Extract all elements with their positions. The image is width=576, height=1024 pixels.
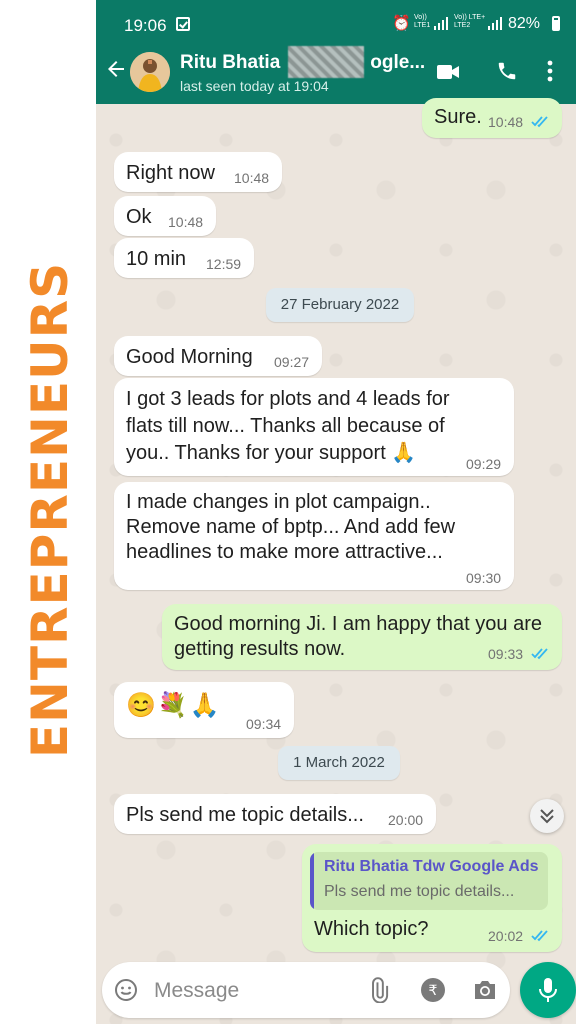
more-options-icon[interactable] [547, 60, 553, 82]
read-ticks-icon [531, 648, 548, 660]
emoji-icon[interactable] [114, 978, 138, 1002]
message-bubble-outgoing[interactable]: Good morning Ji. I am happy that you are… [162, 604, 562, 670]
message-text: 10 min [126, 248, 187, 270]
scroll-down-icon [540, 809, 554, 824]
date-separator: 1 March 2022 [278, 746, 400, 780]
message-bubble-incoming[interactable]: Pls send me topic details... 20:00 [114, 794, 436, 834]
alarm-icon: ⏰ [392, 15, 411, 32]
message-time: 09:33 [488, 646, 524, 662]
message-time: 12:59 [206, 256, 242, 272]
message-text: Right now [126, 162, 215, 184]
message-time: 10:48 [168, 214, 204, 230]
message-text: Good morning Ji. I am happy that you are… [174, 613, 542, 660]
message-time: 10:48 [488, 114, 524, 130]
last-seen-status: last seen today at 19:04 [180, 78, 329, 94]
mic-icon [539, 978, 557, 1002]
battery-icon [552, 16, 560, 31]
read-ticks-icon [531, 930, 548, 942]
sim1-label: Vo)) LTE1 [414, 14, 431, 29]
mic-button[interactable] [520, 962, 576, 1018]
quoted-text: Pls send me topic details... [324, 883, 515, 900]
message-bubble-incoming[interactable]: I made changes in plot campaign.. Remove… [114, 482, 514, 590]
avatar[interactable] [130, 52, 170, 92]
message-text: I made changes in plot campaign.. Remove… [126, 491, 456, 563]
status-bar: 19:06 ⏰ Vo)) LTE1 Vo)) LTE+ LTE2 82% [96, 0, 576, 44]
message-text: Pls send me topic details... [126, 804, 364, 826]
svg-text:₹: ₹ [429, 983, 438, 999]
message-text: Which topic? [314, 918, 429, 940]
rupee-payment-icon[interactable]: ₹ [420, 977, 446, 1003]
back-arrow-icon[interactable] [104, 57, 128, 81]
phone-call-icon[interactable] [496, 60, 518, 82]
message-text: Sure. [434, 106, 482, 128]
video-call-icon[interactable] [436, 62, 460, 82]
quoted-message[interactable]: Ritu Bhatia Tdw Google Ads Pls send me t… [310, 852, 548, 910]
banner-text: ENTREPRENEURS [21, 261, 79, 759]
read-ticks-icon [531, 116, 548, 128]
message-bubble-incoming[interactable]: 10 min 12:59 [114, 238, 254, 278]
message-time: 20:02 [488, 928, 524, 944]
battery-percent: 82% [508, 15, 541, 32]
message-bubble-incoming[interactable]: 😊💐🙏 09:34 [114, 682, 294, 738]
quoted-sender: Ritu Bhatia Tdw Google Ads [324, 858, 539, 875]
message-text: Good Morning [126, 346, 253, 368]
camera-icon[interactable] [472, 978, 498, 1002]
side-banner: ENTREPRENEURS [0, 0, 96, 1024]
attach-icon[interactable] [366, 977, 392, 1003]
message-bubble-incoming[interactable]: Right now 10:48 [114, 152, 282, 192]
chat-header: 19:06 ⏰ Vo)) LTE1 Vo)) LTE+ LTE2 82% Rit… [96, 0, 576, 104]
message-bubble-outgoing[interactable]: Ritu Bhatia Tdw Google Ads Pls send me t… [302, 844, 562, 952]
status-time: 19:06 [124, 16, 167, 35]
message-time: 09:27 [274, 354, 310, 370]
message-time: 10:48 [234, 170, 270, 186]
quote-accent-bar [310, 852, 314, 910]
message-input[interactable] [152, 976, 326, 1006]
message-time: 09:30 [466, 570, 502, 586]
sim2-label: Vo)) LTE+ LTE2 [454, 14, 486, 29]
message-text: 😊💐🙏 [126, 692, 222, 719]
date-separator: 27 February 2022 [266, 288, 414, 322]
message-bubble-incoming[interactable]: Ok 10:48 [114, 196, 216, 236]
message-time: 20:00 [388, 812, 424, 828]
scroll-down-button[interactable] [530, 799, 564, 833]
message-text: I got 3 leads for plots and 4 leads for … [126, 388, 450, 464]
notification-icon [176, 17, 190, 31]
signal-1-icon [434, 16, 450, 30]
redacted-name-blur [288, 46, 364, 78]
message-time: 09:34 [246, 716, 282, 732]
message-input-bar: ₹ [102, 962, 510, 1018]
message-text: Ok [126, 206, 152, 228]
message-bubble-incoming[interactable]: Good Morning 09:27 [114, 336, 322, 376]
message-time: 09:29 [466, 456, 502, 472]
message-list[interactable]: Sure. 10:48 Right now 10:48 Ok 10:48 10 … [96, 98, 576, 964]
message-bubble-incoming[interactable]: I got 3 leads for plots and 4 leads for … [114, 378, 514, 476]
signal-2-icon [488, 16, 504, 30]
phone-screen: 19:06 ⏰ Vo)) LTE1 Vo)) LTE+ LTE2 82% Rit… [96, 0, 576, 1024]
message-bubble-outgoing[interactable]: Sure. 10:48 [422, 98, 562, 138]
